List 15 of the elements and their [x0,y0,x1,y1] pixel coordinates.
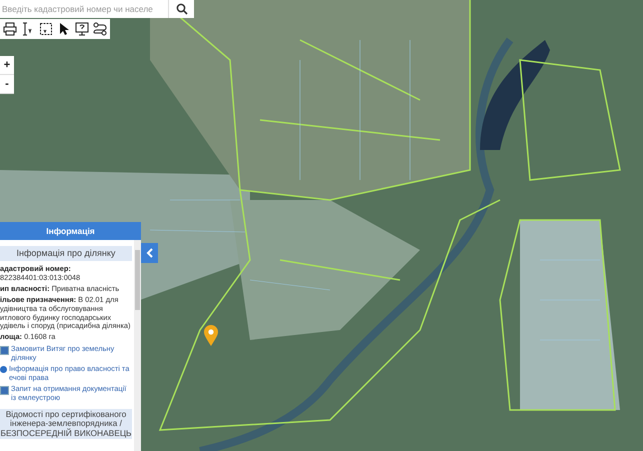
info-icon [0,366,7,374]
zoom-in-button[interactable]: + [0,56,14,75]
section-title: Інформація про ділянку [0,246,132,261]
chevron-left-icon [146,248,154,258]
document-icon [0,346,9,356]
collapse-button[interactable] [141,243,158,263]
measure-area-icon[interactable] [38,20,54,37]
scrollbar[interactable] [134,240,141,451]
panel-title: Інформація [0,222,141,240]
section-title: Відомості про сертифікованого інженера-землевпорядника / БЕЗПОСЕРЕДНІЙ ВИКОНАВЕЦЬ [0,408,132,440]
location-pin-icon [203,325,219,347]
help-icon[interactable] [74,20,90,37]
route-icon[interactable] [92,20,108,37]
search-icon [176,3,188,15]
document-icon [0,386,9,395]
